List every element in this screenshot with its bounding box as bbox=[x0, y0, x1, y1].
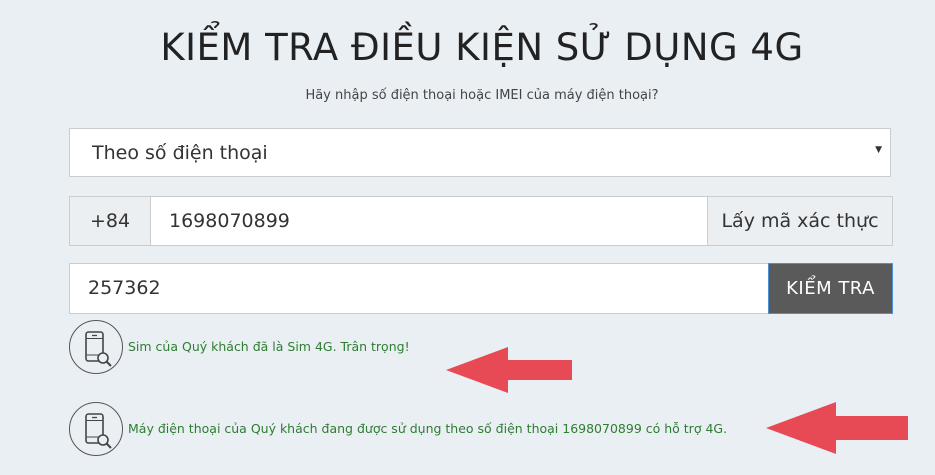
phone-number-input[interactable]: 1698070899 bbox=[150, 196, 708, 246]
lookup-mode-select[interactable]: Theo số điện thoại ▼ bbox=[69, 128, 891, 177]
result-message: Sim của Quý khách đã là Sim 4G. Trân trọ… bbox=[128, 339, 410, 354]
caret-down-icon: ▼ bbox=[875, 145, 882, 155]
verification-code-input[interactable]: 257362 bbox=[69, 263, 769, 314]
annotation-arrow-left-icon bbox=[766, 402, 908, 454]
annotation-arrow-left-icon bbox=[446, 347, 572, 393]
phone-input-group: +84 1698070899 Lấy mã xác thực bbox=[69, 196, 893, 246]
result-message: Máy điện thoại của Quý khách đang được s… bbox=[128, 421, 728, 436]
phone-search-icon bbox=[69, 402, 123, 456]
check-button[interactable]: KIỂM TRA bbox=[768, 263, 893, 314]
page-subtitle: Hãy nhập số điện thoại hoặc IMEI của máy… bbox=[305, 88, 659, 103]
get-otp-button[interactable]: Lấy mã xác thực bbox=[707, 196, 893, 246]
verification-input-group: 257362 KIỂM TRA bbox=[69, 263, 893, 314]
country-code-prefix: +84 bbox=[69, 196, 151, 246]
phone-search-icon bbox=[69, 320, 123, 374]
lookup-mode-selected-value: Theo số điện thoại bbox=[92, 142, 268, 164]
page-title: KIỂM TRA ĐIỀU KIỆN SỬ DỤNG 4G bbox=[160, 26, 804, 69]
